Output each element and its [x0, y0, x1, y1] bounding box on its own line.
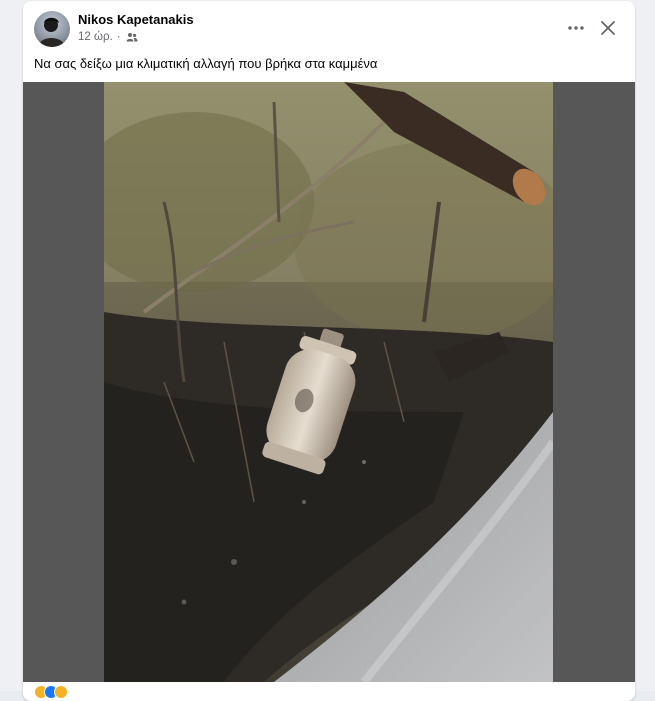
post-meta: 12 ώρ. ·	[78, 31, 138, 43]
wow-icon	[54, 685, 68, 699]
meta-separator: ·	[116, 31, 121, 43]
close-icon	[601, 21, 615, 35]
reactions-summary[interactable]	[34, 685, 68, 699]
post-text: Να σας δείξω μια κλιματική αλλαγή που βρ…	[34, 56, 378, 71]
avatar-silhouette-icon	[38, 17, 66, 47]
post-media[interactable]	[23, 82, 635, 682]
post-author-name[interactable]: Nikos Kapetanakis	[78, 12, 194, 27]
page-background: Nikos Kapetanakis 12 ώρ. · Να σας δείξω …	[0, 0, 655, 701]
close-button[interactable]	[595, 15, 621, 41]
post-header: Nikos Kapetanakis 12 ώρ. · Να σας δείξω …	[23, 1, 635, 81]
friends-icon[interactable]	[126, 32, 138, 42]
post-photo[interactable]	[104, 82, 553, 682]
more-options-icon	[568, 26, 584, 30]
avatar[interactable]	[34, 11, 70, 47]
burned-ground-gas-cylinder-photo	[104, 82, 553, 682]
post-timestamp[interactable]: 12 ώρ.	[78, 31, 113, 43]
post-card: Nikos Kapetanakis 12 ώρ. · Να σας δείξω …	[23, 1, 635, 701]
more-options-button[interactable]	[563, 15, 589, 41]
